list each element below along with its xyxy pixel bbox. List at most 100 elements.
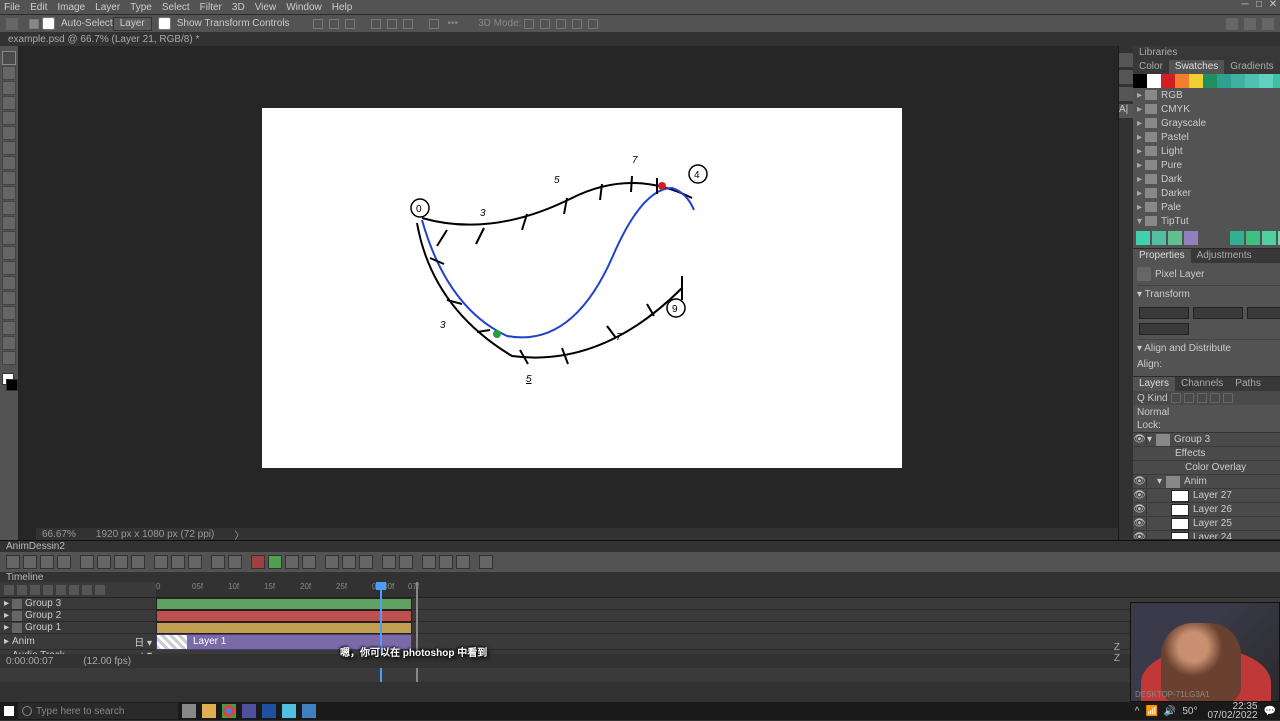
win-close[interactable]: ✕ bbox=[1266, 0, 1280, 12]
system-tray[interactable]: ^ 📶 🔊 50° 22:35 07/02/2022 💬 bbox=[1129, 702, 1280, 720]
ad-btn[interactable] bbox=[285, 555, 299, 569]
gradient-tool[interactable] bbox=[2, 231, 16, 245]
taskview-icon[interactable] bbox=[180, 703, 198, 719]
timeline-ruler[interactable]: 005f10f15f20f25f01:00f07f bbox=[156, 582, 1280, 598]
visibility-toggle[interactable]: 👁 bbox=[1133, 532, 1147, 539]
ad-btn[interactable] bbox=[382, 555, 396, 569]
ad-btn[interactable] bbox=[456, 555, 470, 569]
blur-tool[interactable] bbox=[2, 246, 16, 260]
tab-libraries[interactable]: Libraries bbox=[1133, 46, 1183, 60]
tab-properties[interactable]: Properties bbox=[1133, 249, 1191, 263]
tab-adjustments[interactable]: Adjustments bbox=[1191, 249, 1258, 263]
swatch[interactable] bbox=[1133, 74, 1147, 88]
start-button[interactable] bbox=[0, 702, 18, 720]
volume-icon[interactable]: 🔊 bbox=[1164, 706, 1176, 717]
tab-layers[interactable]: Layers bbox=[1133, 377, 1175, 391]
3d-icon[interactable] bbox=[588, 19, 598, 29]
ad-btn[interactable] bbox=[439, 555, 453, 569]
timeline-tab[interactable]: Timeline bbox=[0, 572, 1280, 582]
tl-play[interactable] bbox=[30, 585, 40, 595]
document-tab[interactable]: example.psd @ 66.7% (Layer 21, RGB/8) * bbox=[0, 32, 1280, 46]
type-tool[interactable] bbox=[2, 291, 16, 305]
align-section[interactable]: Align and Distribute bbox=[1144, 343, 1231, 354]
timecode[interactable]: 0:00:00:07 bbox=[6, 656, 53, 667]
tl-settings[interactable] bbox=[69, 585, 79, 595]
ad-btn[interactable] bbox=[188, 555, 202, 569]
tab-swatches[interactable]: Swatches bbox=[1169, 60, 1224, 74]
layer-row[interactable]: Effects bbox=[1133, 447, 1280, 461]
ad-btn[interactable] bbox=[228, 555, 242, 569]
menu-window[interactable]: Window bbox=[286, 2, 322, 13]
layer-row[interactable]: 👁Layer 24 bbox=[1133, 531, 1280, 539]
fps-label[interactable]: (12.00 fps) bbox=[83, 656, 131, 667]
swatch-folder[interactable]: ▸CMYK bbox=[1133, 102, 1280, 116]
ad-btn[interactable] bbox=[359, 555, 373, 569]
tab-gradients[interactable]: Gradients bbox=[1224, 60, 1279, 74]
menu-3d[interactable]: 3D bbox=[232, 2, 245, 13]
eraser-tool[interactable] bbox=[2, 216, 16, 230]
menu-image[interactable]: Image bbox=[57, 2, 85, 13]
ad-btn[interactable] bbox=[131, 555, 145, 569]
notification-icon[interactable]: 💬 bbox=[1264, 706, 1276, 717]
layer-row[interactable]: 👁▾Group 3 bbox=[1133, 433, 1280, 447]
character-icon[interactable]: A| bbox=[1119, 104, 1133, 118]
transform-section[interactable]: Transform bbox=[1145, 289, 1190, 300]
photoshop-icon[interactable] bbox=[260, 703, 278, 719]
swatch-folder[interactable]: ▸Darker bbox=[1133, 186, 1280, 200]
ad-btn[interactable] bbox=[479, 555, 493, 569]
share-icon[interactable] bbox=[1262, 18, 1274, 30]
kind-filter[interactable]: Q Kind bbox=[1137, 393, 1168, 404]
ad-btn[interactable] bbox=[57, 555, 71, 569]
ad-btn[interactable] bbox=[325, 555, 339, 569]
distribute-icon[interactable] bbox=[387, 19, 397, 29]
brush-icon[interactable] bbox=[1119, 70, 1133, 84]
ad-btn-red[interactable] bbox=[251, 555, 265, 569]
ad-btn[interactable] bbox=[23, 555, 37, 569]
swatch-folder[interactable]: ▸Light bbox=[1133, 144, 1280, 158]
ad-btn[interactable] bbox=[422, 555, 436, 569]
more-icon[interactable] bbox=[429, 19, 439, 29]
paragraph-icon[interactable] bbox=[1119, 87, 1133, 101]
visibility-toggle[interactable]: 👁 bbox=[1133, 518, 1147, 529]
zoom-tool[interactable] bbox=[2, 351, 16, 365]
tl-first-frame[interactable] bbox=[4, 585, 14, 595]
stamp-tool[interactable] bbox=[2, 186, 16, 200]
ad-btn[interactable] bbox=[6, 555, 20, 569]
win-min[interactable]: ─ bbox=[1238, 0, 1252, 12]
search-icon[interactable] bbox=[1226, 18, 1238, 30]
explorer-icon[interactable] bbox=[200, 703, 218, 719]
heal-tool[interactable] bbox=[2, 156, 16, 170]
ad-btn[interactable] bbox=[399, 555, 413, 569]
swatch[interactable] bbox=[1230, 231, 1244, 245]
wand-tool[interactable] bbox=[2, 96, 16, 110]
media-encoder-icon[interactable] bbox=[240, 703, 258, 719]
swatch[interactable] bbox=[1136, 231, 1150, 245]
blend-mode[interactable]: Normal bbox=[1137, 407, 1169, 418]
ad-btn[interactable] bbox=[114, 555, 128, 569]
swatch[interactable] bbox=[1161, 74, 1175, 88]
ad-btn[interactable] bbox=[302, 555, 316, 569]
swatch-folder[interactable]: ▸Pale bbox=[1133, 200, 1280, 214]
swatch-folder[interactable]: ▸Pure bbox=[1133, 158, 1280, 172]
menu-layer[interactable]: Layer bbox=[95, 2, 120, 13]
lasso-tool[interactable] bbox=[2, 81, 16, 95]
menu-filter[interactable]: Filter bbox=[200, 2, 222, 13]
wifi-icon[interactable]: 📶 bbox=[1145, 706, 1157, 717]
swatch[interactable] bbox=[1152, 231, 1166, 245]
marquee-tool[interactable] bbox=[2, 66, 16, 80]
swatch[interactable] bbox=[1262, 231, 1276, 245]
autoselect-dropdown[interactable]: Layer bbox=[113, 17, 152, 31]
color-icon[interactable] bbox=[1119, 53, 1133, 67]
swatch-folder[interactable]: ▸Pastel bbox=[1133, 130, 1280, 144]
layer-row[interactable]: 👁Layer 27 bbox=[1133, 489, 1280, 503]
3d-icon[interactable] bbox=[524, 19, 534, 29]
ad-btn-green[interactable] bbox=[268, 555, 282, 569]
audio-clip[interactable]: Layer 1 bbox=[156, 634, 412, 650]
layer-row[interactable]: 👁Layer 25 bbox=[1133, 517, 1280, 531]
visibility-toggle[interactable]: 👁 bbox=[1133, 504, 1147, 515]
layer-row[interactable]: 👁Layer 26 bbox=[1133, 503, 1280, 517]
swatch[interactable] bbox=[1184, 231, 1198, 245]
document-canvas[interactable]: 0 4 9 3 5 7 3 5 7 bbox=[262, 108, 902, 468]
ad-btn[interactable] bbox=[40, 555, 54, 569]
tl-track-row[interactable]: ▸Group 1 bbox=[0, 622, 156, 634]
